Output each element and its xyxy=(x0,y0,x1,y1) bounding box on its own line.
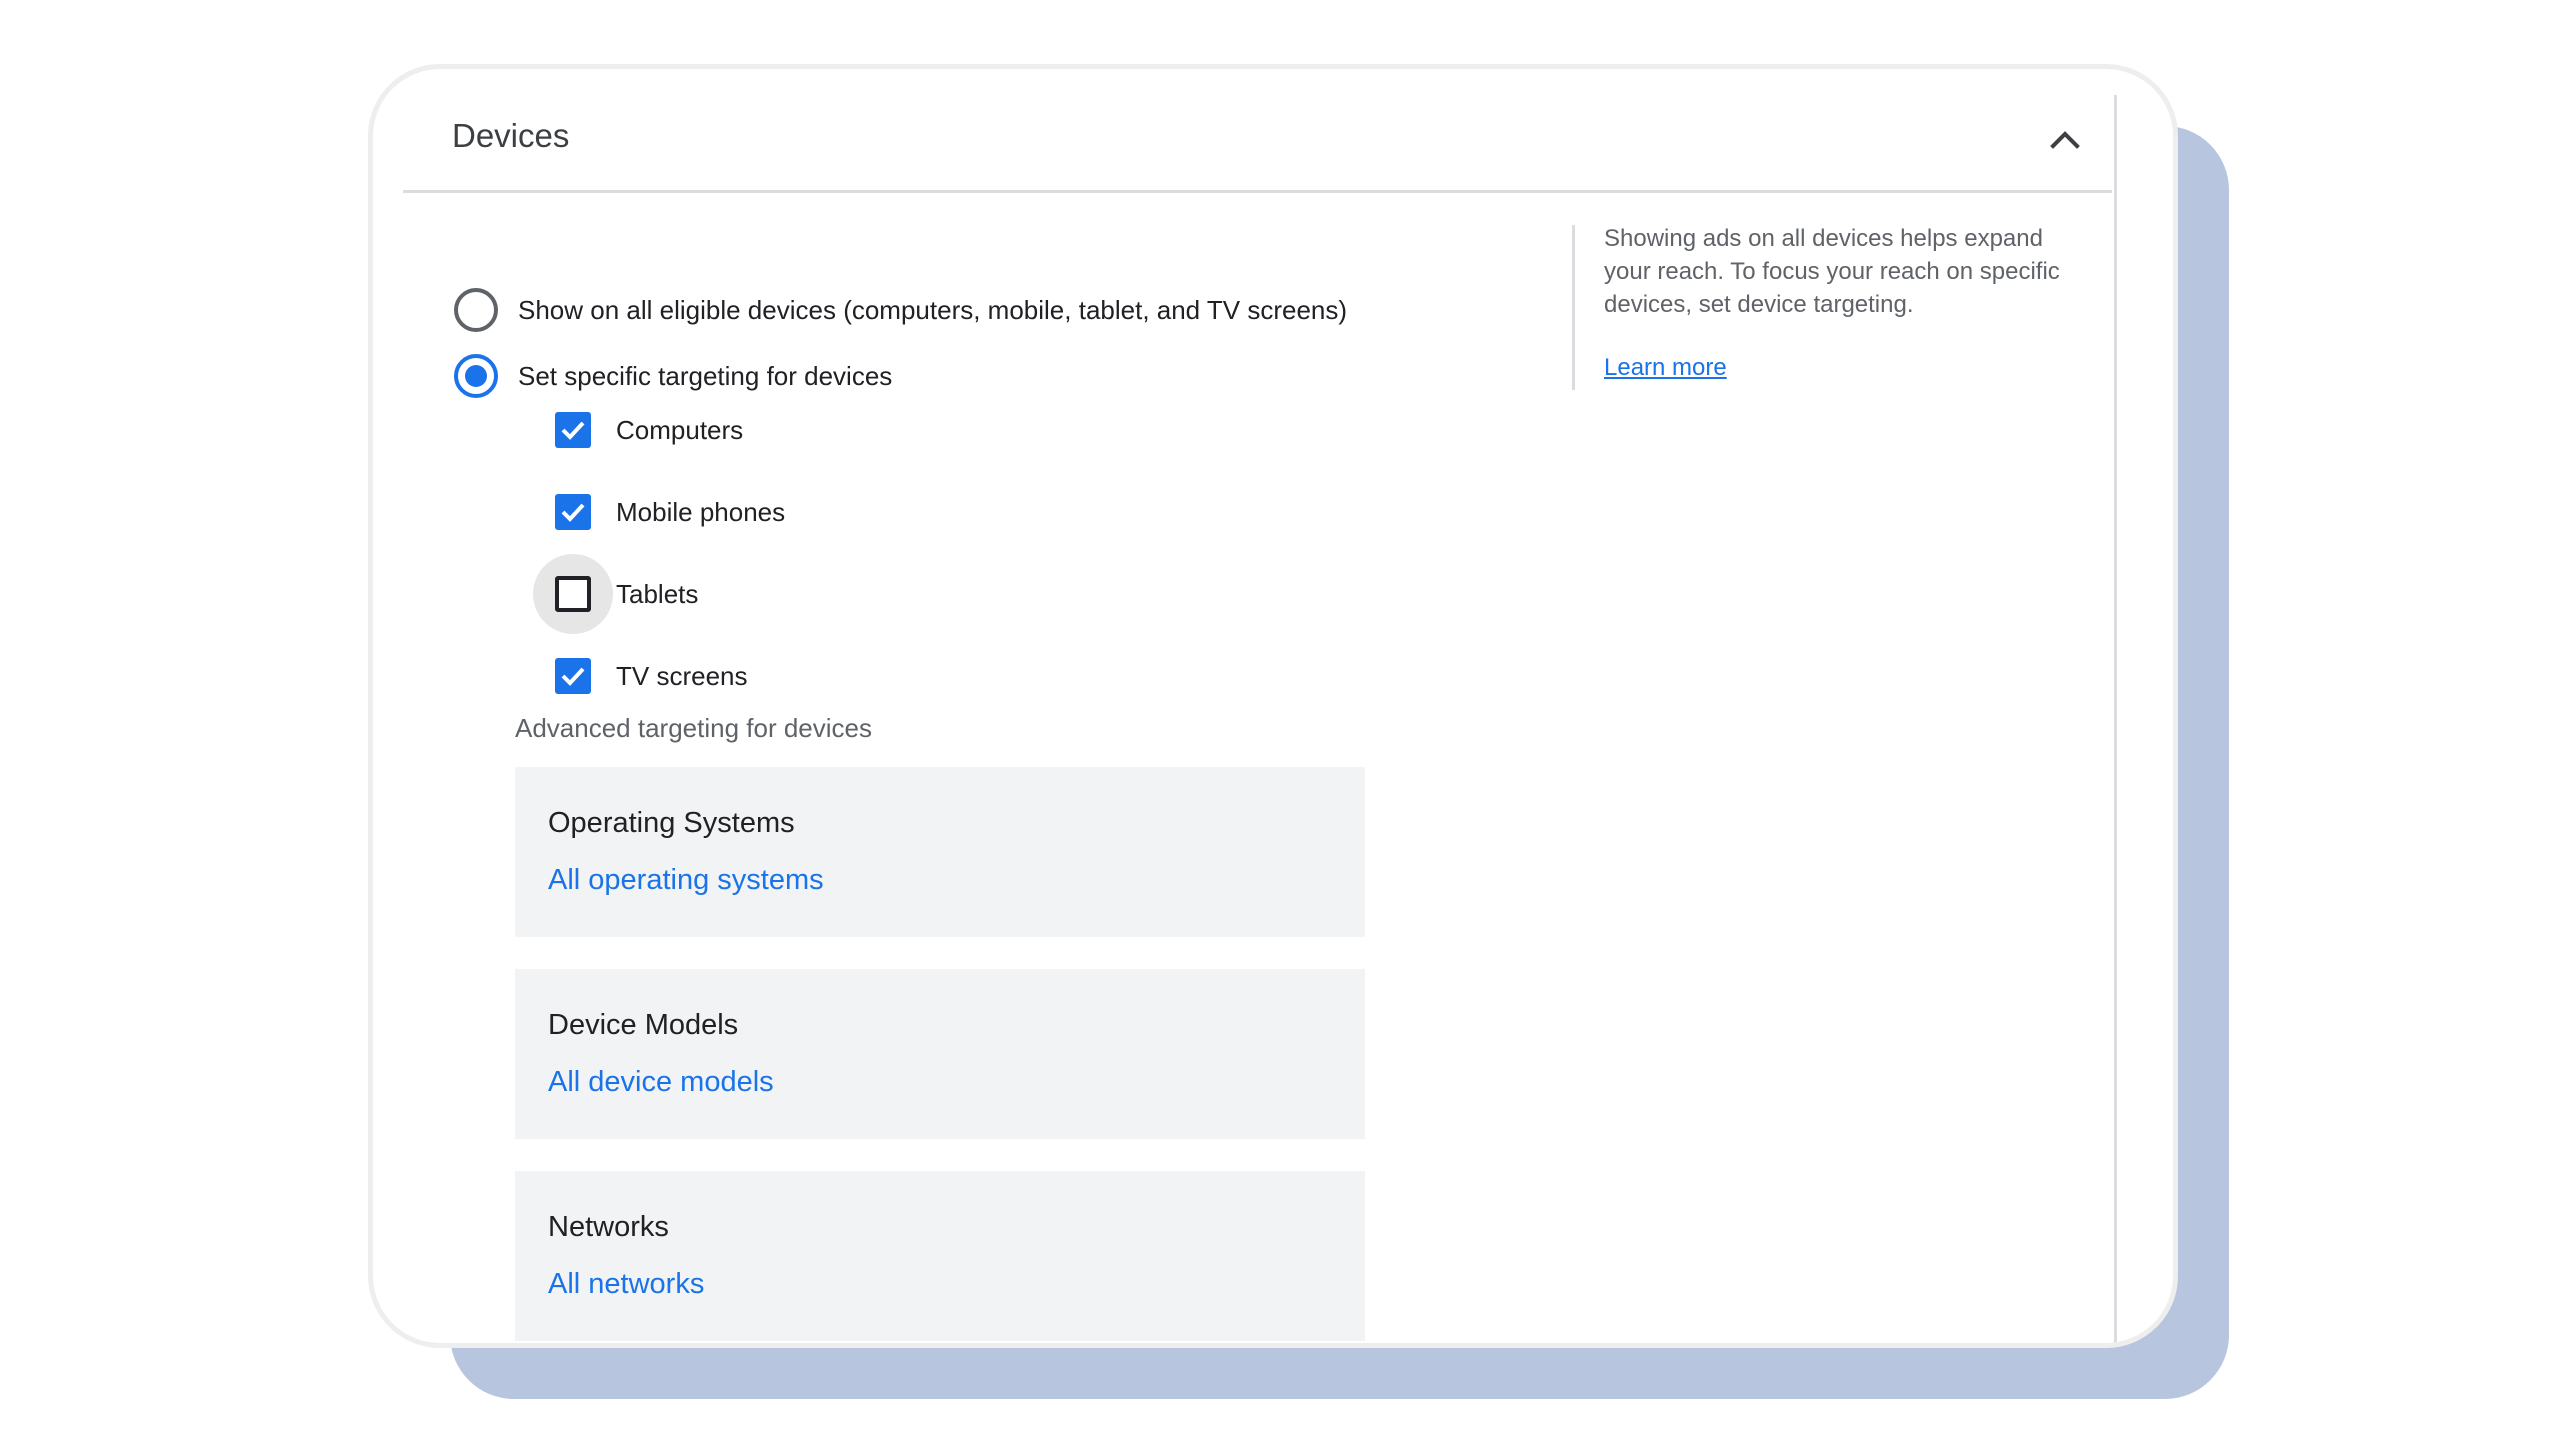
devices-panel: Devices Show on all eligible devices (co… xyxy=(368,64,2178,1348)
operating-systems-section[interactable]: Operating Systems All operating systems xyxy=(515,767,1365,937)
networks-title: Networks xyxy=(548,1211,669,1243)
radio-all-devices[interactable] xyxy=(454,288,498,332)
checkbox-mobile-phones-target[interactable] xyxy=(533,472,613,552)
device-models-section[interactable]: Device Models All device models xyxy=(515,969,1365,1139)
checkbox-tablets[interactable] xyxy=(555,576,591,612)
checkbox-tv-screens[interactable] xyxy=(555,658,591,694)
radio-all-devices-label: Show on all eligible devices (computers,… xyxy=(518,294,1348,325)
device-models-title: Device Models xyxy=(548,1009,739,1041)
checkbox-tv-screens-target[interactable] xyxy=(533,636,613,716)
advanced-targeting-heading: Advanced targeting for devices xyxy=(515,713,872,743)
panel-header: Devices xyxy=(403,69,2112,193)
device-mobile-phones[interactable]: Mobile phones xyxy=(533,472,785,552)
info-text: Showing ads on all devices helps expand … xyxy=(1604,225,2060,318)
stage: Devices Show on all eligible devices (co… xyxy=(0,0,2560,1448)
info-divider xyxy=(1572,225,1575,390)
checkbox-computers-label: Computers xyxy=(616,414,744,445)
checkbox-computers-target[interactable] xyxy=(533,390,613,470)
operating-systems-title: Operating Systems xyxy=(548,807,795,839)
learn-more-link[interactable]: Learn more xyxy=(1604,354,1727,382)
checkbox-mobile-phones-label: Mobile phones xyxy=(616,496,786,527)
checkbox-tv-screens-label: TV screens xyxy=(616,660,748,691)
checkbox-computers[interactable] xyxy=(555,412,591,448)
checkmark-icon xyxy=(561,421,585,440)
device-computers[interactable]: Computers xyxy=(533,390,743,470)
operating-systems-link[interactable]: All operating systems xyxy=(548,864,824,897)
radio-option-all-devices[interactable]: Show on all eligible devices (computers,… xyxy=(454,286,1347,334)
checkbox-mobile-phones[interactable] xyxy=(555,494,591,530)
device-tablets[interactable]: Tablets xyxy=(533,554,698,634)
panel-divider xyxy=(2114,95,2117,1343)
radio-specific-targeting[interactable] xyxy=(454,354,498,398)
networks-section[interactable]: Networks All networks xyxy=(515,1171,1365,1341)
panel-title: Devices xyxy=(452,117,570,154)
collapse-button[interactable] xyxy=(2041,115,2089,163)
checkbox-tablets-label: Tablets xyxy=(616,578,699,609)
checkmark-icon xyxy=(561,667,585,686)
networks-link[interactable]: All networks xyxy=(548,1268,704,1301)
device-models-link[interactable]: All device models xyxy=(548,1066,774,1099)
chevron-up-icon xyxy=(2050,131,2080,149)
checkbox-tablets-target[interactable] xyxy=(533,554,613,634)
checkmark-icon xyxy=(561,503,585,522)
device-tv-screens[interactable]: TV screens xyxy=(533,636,748,716)
radio-specific-targeting-label: Set specific targeting for devices xyxy=(518,360,893,391)
